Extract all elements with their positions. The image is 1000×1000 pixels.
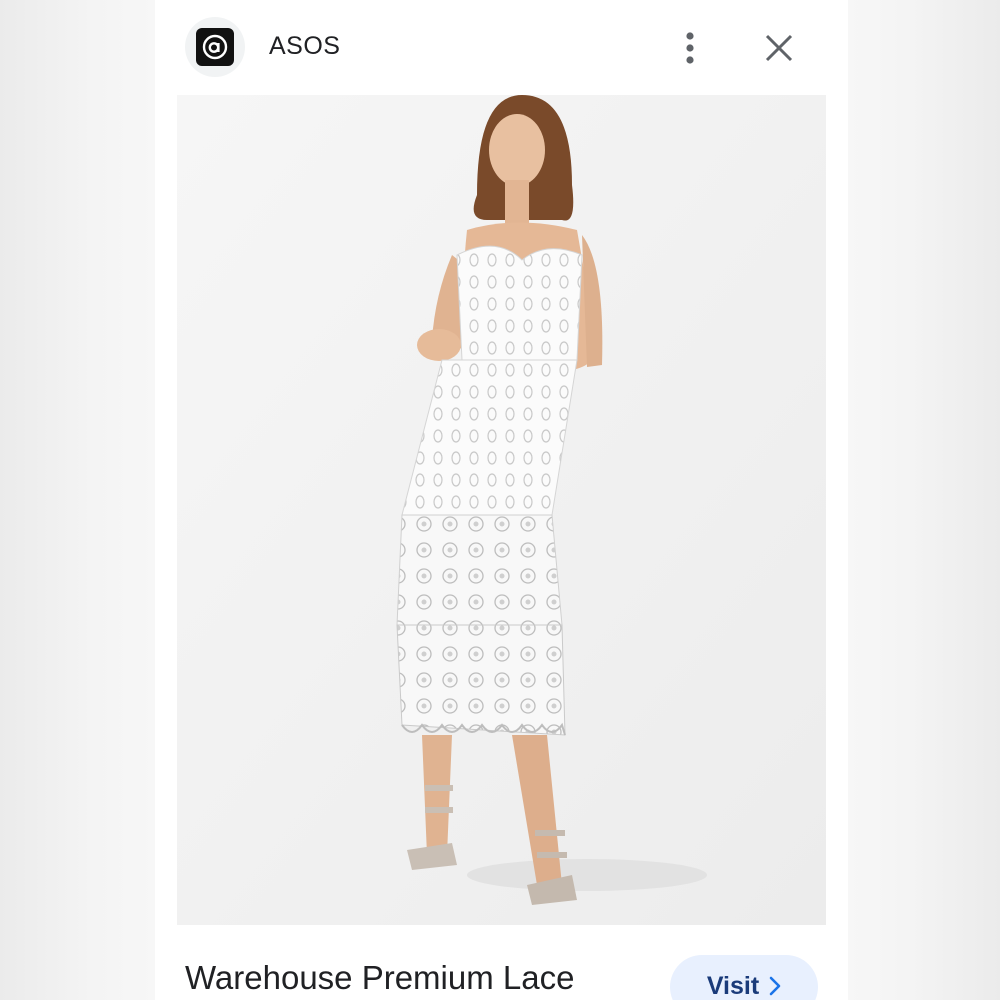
product-title[interactable]: Warehouse Premium Lace [185, 959, 574, 997]
chevron-right-icon [769, 976, 781, 996]
close-button[interactable] [759, 28, 799, 68]
product-image[interactable] [177, 95, 826, 925]
visit-label: Visit [706, 972, 760, 1000]
right-backdrop [848, 0, 1000, 1000]
source-name[interactable]: ASOS [269, 32, 340, 61]
asos-logo-icon [196, 28, 234, 66]
more-options-button[interactable] [673, 26, 707, 70]
visit-button[interactable]: Visit [670, 955, 818, 1000]
close-icon [765, 34, 793, 62]
product-photo [177, 95, 826, 925]
more-vert-icon [686, 32, 694, 64]
preview-footer: Warehouse Premium Lace Visit [155, 925, 848, 1000]
image-preview-card: ASOS Warehouse Premium Lace Visit [155, 0, 848, 1000]
source-favicon[interactable] [185, 17, 245, 77]
left-backdrop [0, 0, 155, 1000]
preview-header: ASOS [155, 0, 848, 95]
